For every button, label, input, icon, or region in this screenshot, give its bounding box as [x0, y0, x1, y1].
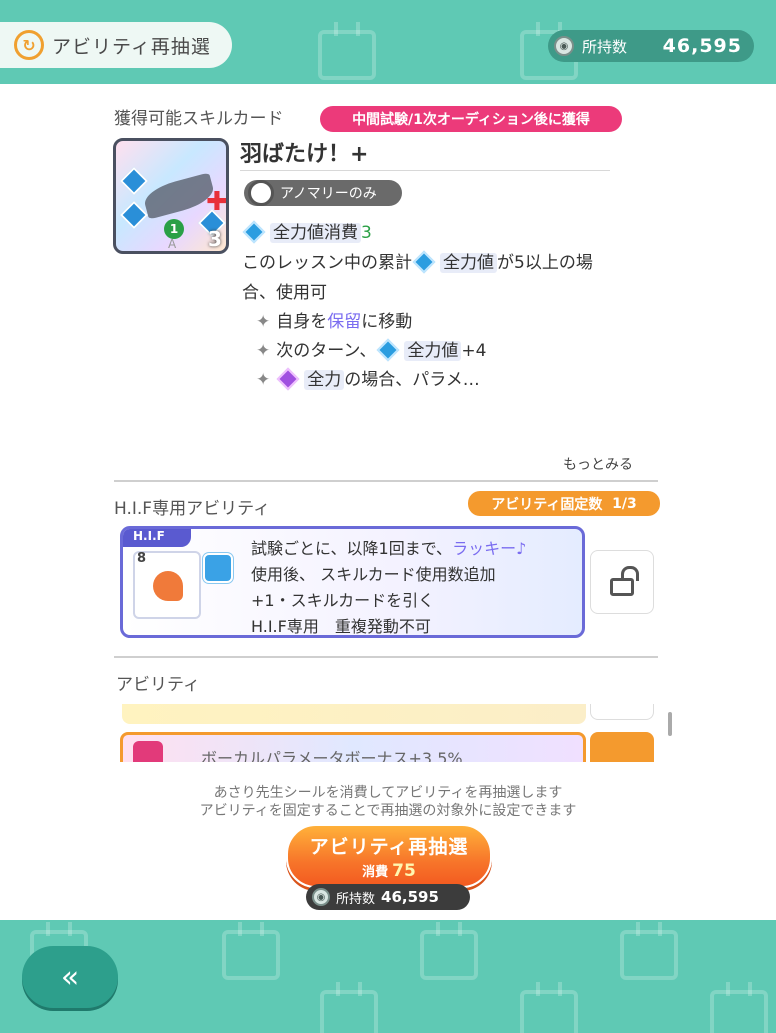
ability-section-label: アビリティ	[116, 675, 200, 695]
full-power-state-icon	[276, 367, 300, 391]
hif-text-line3: +1・スキルカードを引く	[251, 591, 435, 610]
vocal-icon	[133, 741, 163, 764]
card-grade-letter: A	[168, 237, 177, 251]
card-cost-line: 全力値消費 3	[242, 218, 372, 244]
lock-toggle-button[interactable]	[590, 550, 654, 614]
card-condition-line1: このレッスン中の累計 全力値 が5以上の場	[242, 248, 593, 274]
skill-card-image[interactable]: ✚ 3 1 A	[113, 138, 229, 254]
reroll-button-label: アビリティ再抽選	[309, 836, 469, 858]
card-effect-3: ✦ 全力 の場合、パラメ…	[256, 365, 480, 391]
ability-row[interactable]: ボーカルパラメータボーナス+3.5%	[120, 732, 586, 764]
card-level-badge: 1	[164, 219, 184, 239]
sparkle-icon: ✦	[256, 370, 271, 390]
acquire-timing-badge: 中間試験/1次オーディション後に獲得	[320, 106, 622, 132]
card-cost-number: 3	[208, 227, 222, 251]
card-condition-line2: 合、使用可	[242, 283, 327, 303]
section-divider	[114, 480, 658, 482]
owned-mini-display: ◉ 所持数 46,595	[306, 884, 470, 910]
anomaly-icon	[248, 180, 274, 206]
sparkle-icon: ✦	[256, 312, 271, 332]
list-fade	[100, 762, 680, 782]
owned-value: 46,595	[662, 35, 742, 57]
hif-tag: H.I.F	[123, 529, 191, 547]
hand-icon	[153, 571, 183, 601]
lock-toggle-button[interactable]	[590, 704, 654, 720]
reroll-button[interactable]: アビリティ再抽選 消費 75	[286, 824, 492, 888]
hif-text-line4: H.I.F専用 重複発動不可	[251, 617, 431, 636]
plus-icon: ✚	[206, 187, 228, 217]
see-more-link[interactable]: もっとみる	[563, 454, 633, 474]
skill-card-section-label: 獲得可能スキルカード	[114, 109, 284, 129]
hif-text-line2: 使用後、 スキルカード使用数追加	[251, 565, 496, 584]
hif-text-line1: 試験ごとに、以降1回まで、ラッキー♪	[251, 539, 527, 558]
full-power-gem-icon	[242, 220, 266, 244]
owned-label: 所持数	[582, 37, 628, 56]
fixed-ability-count-badge: アビリティ固定数 1/3	[468, 491, 660, 516]
owned-currency-display: ◉ 所持数 46,595	[548, 30, 754, 62]
sticker-coin-icon: ◉	[312, 888, 330, 906]
unlock-icon	[610, 578, 634, 596]
double-chevron-left-icon: «	[60, 959, 80, 995]
sparkle-icon: ✦	[256, 341, 271, 361]
back-button[interactable]: «	[22, 946, 118, 1008]
screen-title: アビリティ再抽選	[52, 35, 211, 58]
lock-toggle-button-locked[interactable]	[590, 732, 654, 764]
reroll-icon: ↻	[14, 30, 44, 60]
full-power-gem-icon	[412, 250, 436, 274]
skill-card-title: 羽ばたけ！+	[240, 142, 369, 167]
hif-ability-icon: 8	[133, 551, 201, 619]
scrollbar[interactable]	[668, 712, 672, 736]
gem-icon	[119, 166, 149, 196]
title-divider	[240, 170, 610, 171]
ability-list[interactable]: ボーカルパラメータボーナス+3.5%	[118, 704, 678, 764]
screen-title-pill: ↻ アビリティ再抽選	[0, 22, 232, 68]
gem-icon	[119, 200, 149, 230]
anomaly-tag-label: アノマリーのみ	[280, 186, 377, 202]
hif-type-icon	[203, 553, 233, 583]
card-effect-2: ✦ 次のターン、 全力値 +4	[256, 336, 486, 362]
section-divider	[114, 656, 658, 658]
card-effect-1: ✦ 自身を保留に移動	[256, 312, 413, 332]
reroll-note-2: アビリティを固定することで再抽選の対象外に設定できます	[199, 803, 577, 819]
reroll-note-1: あさり先生シールを消費してアビリティを再抽選します	[213, 785, 563, 801]
sticker-coin-icon: ◉	[554, 36, 574, 56]
ability-row-partial[interactable]	[122, 704, 586, 724]
hif-section-label: H.I.F専用アビリティ	[114, 499, 271, 519]
hif-ability-card[interactable]: H.I.F 8 試験ごとに、以降1回まで、ラッキー♪ 使用後、 スキルカード使用…	[120, 526, 585, 638]
anomaly-only-tag: アノマリーのみ	[244, 180, 402, 206]
reroll-cost: 消費 75	[362, 861, 416, 881]
full-power-gem-icon	[377, 338, 400, 362]
